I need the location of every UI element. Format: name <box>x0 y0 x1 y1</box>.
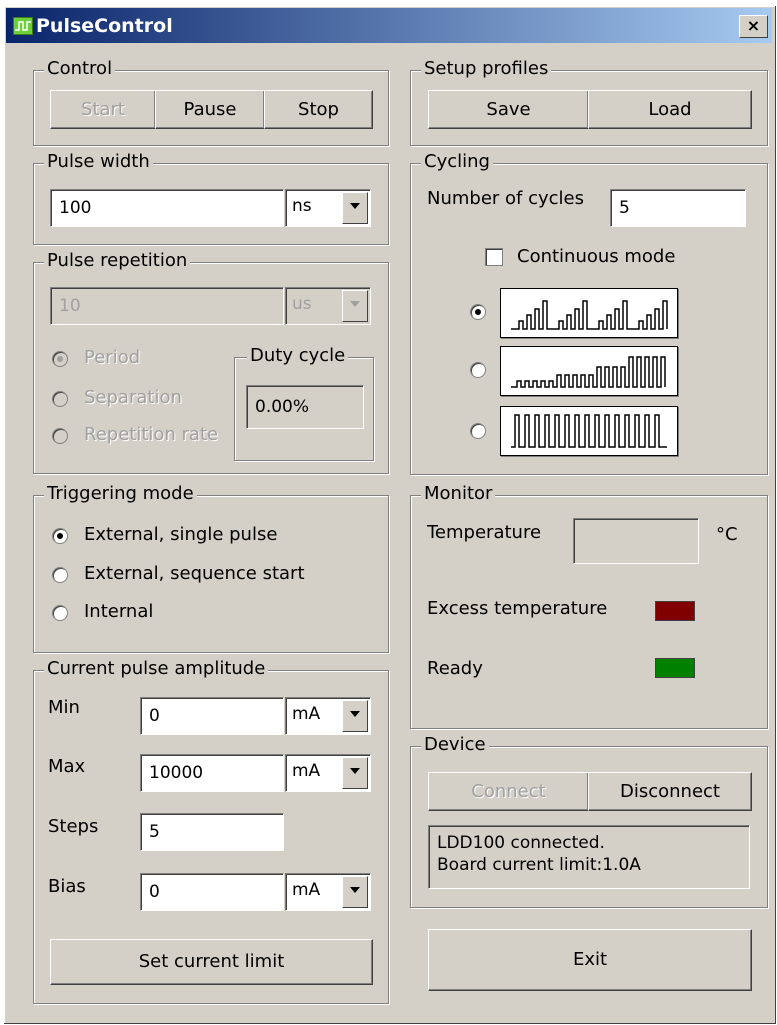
start-button[interactable]: Start <box>50 90 156 129</box>
internal-label: Internal <box>84 601 154 622</box>
pulse-repetition-legend: Pulse repetition <box>44 250 191 271</box>
title-bar[interactable]: PulseControl × <box>6 8 772 43</box>
device-status-line-2: Board current limit:1.0A <box>437 855 641 875</box>
exit-button[interactable]: Exit <box>428 929 752 991</box>
min-input[interactable]: 0 <box>140 697 284 735</box>
setup-profiles-legend: Setup profiles <box>421 58 552 79</box>
cycles-input[interactable]: 5 <box>610 189 746 227</box>
separation-radio[interactable] <box>52 391 68 407</box>
continuous-mode-label: Continuous mode <box>517 246 676 267</box>
max-unit-select[interactable]: mA <box>285 754 371 792</box>
pattern-ramp-sequence-icon[interactable] <box>500 346 678 396</box>
chevron-down-icon[interactable] <box>342 757 368 789</box>
min-unit: mA <box>292 704 321 724</box>
ready-indicator <box>655 658 695 678</box>
steps-label: Steps <box>48 816 99 837</box>
bias-label: Bias <box>48 876 86 897</box>
device-legend: Device <box>421 734 489 755</box>
pulse-width-unit: ns <box>292 196 312 216</box>
control-legend: Control <box>44 58 116 79</box>
chevron-down-icon[interactable] <box>342 192 368 224</box>
min-unit-select[interactable]: mA <box>285 697 371 735</box>
external-sequence-start-label: External, sequence start <box>84 563 305 584</box>
period-label: Period <box>84 347 141 368</box>
stop-button[interactable]: Stop <box>264 90 373 129</box>
device-status-box: LDD100 connected. Board current limit:1.… <box>428 825 750 889</box>
repetition-rate-label: Repetition rate <box>84 424 219 445</box>
separation-label: Separation <box>84 387 182 408</box>
max-label: Max <box>48 756 86 777</box>
excess-temperature-label: Excess temperature <box>427 598 608 619</box>
bias-unit: mA <box>292 880 321 900</box>
ready-label: Ready <box>427 658 483 679</box>
current-amplitude-legend: Current pulse amplitude <box>44 658 269 679</box>
pulse-width-unit-select[interactable]: ns <box>285 189 371 227</box>
temperature-value <box>573 518 699 564</box>
pause-button[interactable]: Pause <box>155 90 265 129</box>
bias-input[interactable]: 0 <box>140 873 284 911</box>
steps-input[interactable]: 5 <box>140 813 284 851</box>
pattern-radio-3[interactable] <box>470 423 486 439</box>
pulse-width-input[interactable]: 100 <box>50 189 284 227</box>
save-button[interactable]: Save <box>428 90 589 129</box>
close-button[interactable]: × <box>739 15 768 38</box>
pattern-radio-2[interactable] <box>470 362 486 378</box>
external-single-pulse-radio[interactable] <box>52 528 68 544</box>
chevron-down-icon[interactable] <box>342 700 368 732</box>
device-status-line-1: LDD100 connected. <box>437 833 605 853</box>
min-label: Min <box>48 697 80 718</box>
temperature-label: Temperature <box>427 522 542 543</box>
bias-unit-select[interactable]: mA <box>285 873 371 911</box>
max-unit: mA <box>292 761 321 781</box>
set-current-limit-button[interactable]: Set current limit <box>50 939 373 985</box>
connect-button[interactable]: Connect <box>428 772 589 811</box>
pattern-uniform-icon[interactable] <box>500 406 678 456</box>
external-single-pulse-label: External, single pulse <box>84 524 278 545</box>
triggering-mode-legend: Triggering mode <box>44 483 197 504</box>
chevron-down-icon[interactable] <box>342 876 368 908</box>
continuous-mode-checkbox[interactable] <box>485 248 503 266</box>
duty-cycle-value: 0.00% <box>246 385 364 429</box>
pulse-repetition-unit: us <box>292 294 312 314</box>
cycling-legend: Cycling <box>421 151 493 172</box>
app-icon <box>13 17 33 35</box>
period-radio[interactable] <box>52 351 68 367</box>
internal-radio[interactable] <box>52 605 68 621</box>
excess-temperature-indicator <box>655 601 695 621</box>
disconnect-button[interactable]: Disconnect <box>588 772 752 811</box>
chevron-down-icon[interactable] <box>342 290 368 322</box>
max-input[interactable]: 10000 <box>140 754 284 792</box>
pattern-radio-1[interactable] <box>470 304 486 320</box>
load-button[interactable]: Load <box>588 90 752 129</box>
pattern-ramp-groups-icon[interactable] <box>500 288 678 338</box>
temperature-unit: °C <box>716 524 738 545</box>
pulse-repetition-input[interactable]: 10 <box>50 287 284 325</box>
cycles-label: Number of cycles <box>427 188 584 209</box>
pulse-repetition-unit-select[interactable]: us <box>285 287 371 325</box>
pulse-width-legend: Pulse width <box>44 151 153 172</box>
duty-cycle-legend: Duty cycle <box>247 345 349 366</box>
window-title: PulseControl <box>36 15 173 37</box>
external-sequence-start-radio[interactable] <box>52 567 68 583</box>
monitor-legend: Monitor <box>421 483 496 504</box>
repetition-rate-radio[interactable] <box>52 428 68 444</box>
